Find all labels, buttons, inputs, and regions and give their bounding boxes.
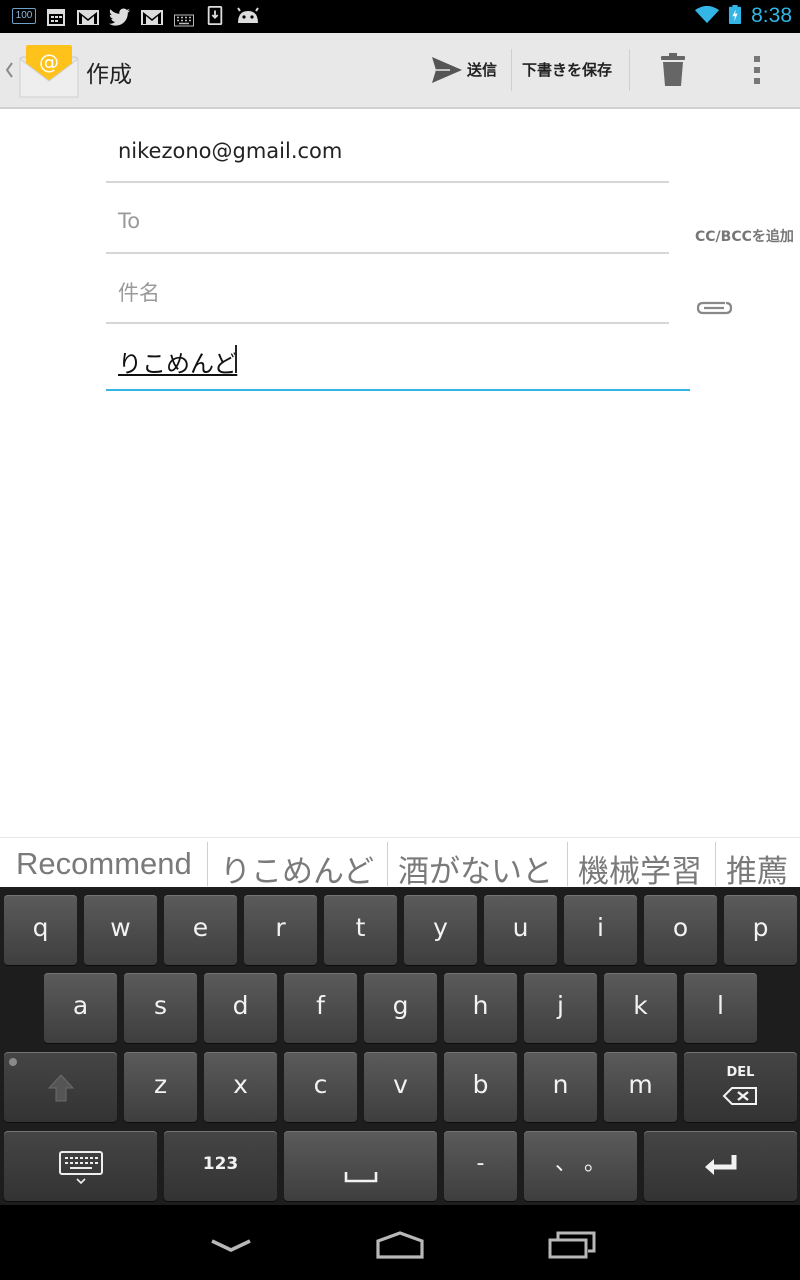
status-bar: 100 8:38: [0, 0, 800, 33]
divider: [629, 49, 630, 91]
backspace-icon: [722, 1087, 757, 1105]
key-y[interactable]: y: [404, 895, 477, 965]
key-s[interactable]: s: [124, 973, 197, 1043]
space-icon: [344, 1172, 378, 1183]
add-cc-bcc-button[interactable]: CC/BCCを追加: [695, 226, 794, 246]
email-app-icon: @: [19, 45, 79, 98]
body-underline: [106, 389, 690, 391]
text-cursor: [235, 345, 237, 373]
attach-icon[interactable]: [695, 298, 733, 316]
overflow-menu-button[interactable]: [730, 33, 786, 107]
shift-icon: [47, 1074, 75, 1102]
key-l[interactable]: l: [684, 973, 757, 1043]
key-d[interactable]: d: [204, 973, 277, 1043]
send-label: 送信: [467, 61, 498, 79]
key-e[interactable]: e: [164, 895, 237, 965]
subject-underline: [106, 322, 669, 324]
battery-charging-icon: [728, 5, 742, 24]
page-title: 作成: [86, 62, 132, 88]
key-z[interactable]: z: [124, 1052, 197, 1122]
numbers-key[interactable]: 123: [164, 1131, 277, 1201]
save-draft-label: 下書きを保存: [522, 61, 613, 79]
chevron-left-icon: [5, 62, 13, 78]
key-r[interactable]: r: [244, 895, 317, 965]
key-m[interactable]: m: [604, 1052, 677, 1122]
key-w[interactable]: w: [84, 895, 157, 965]
more-vert-icon: [754, 56, 760, 84]
up-button[interactable]: @: [0, 33, 84, 107]
battery-100-icon: 100: [12, 8, 36, 24]
key-b[interactable]: b: [444, 1052, 517, 1122]
gmail-icon: [141, 10, 163, 25]
wifi-icon: [694, 5, 720, 24]
shift-indicator: [9, 1058, 17, 1066]
key-h[interactable]: h: [444, 973, 517, 1043]
delete-key[interactable]: DEL: [684, 1052, 797, 1122]
suggestion-divider: [715, 842, 716, 886]
suggestion-divider: [207, 842, 208, 886]
keyboard-switch-key[interactable]: [4, 1131, 157, 1201]
keyboard-icon: [174, 14, 194, 27]
key-k[interactable]: k: [604, 973, 677, 1043]
key-n[interactable]: n: [524, 1052, 597, 1122]
key-x[interactable]: x: [204, 1052, 277, 1122]
key-i[interactable]: i: [564, 895, 637, 965]
twitter-icon: [109, 8, 130, 26]
suggestion-divider: [567, 842, 568, 886]
key-u[interactable]: u: [484, 895, 557, 965]
navigation-bar: [0, 1205, 800, 1280]
save-draft-button[interactable]: 下書きを保存: [512, 33, 628, 107]
key-v[interactable]: v: [364, 1052, 437, 1122]
shift-key[interactable]: [4, 1052, 117, 1122]
download-icon: [207, 6, 223, 25]
suggestion-item[interactable]: りこめんど: [220, 846, 374, 888]
discard-button[interactable]: [640, 33, 708, 107]
key-f[interactable]: f: [284, 973, 357, 1043]
key-c[interactable]: c: [284, 1052, 357, 1122]
send-icon: [432, 57, 462, 83]
back-icon[interactable]: [208, 1237, 254, 1253]
subject-field[interactable]: 件名: [118, 277, 160, 307]
suggestion-strip: Recommend りこめんど 酒がないと 機械学習 推薦: [0, 837, 800, 888]
to-underline: [106, 252, 669, 254]
svg-text:@: @: [39, 50, 59, 74]
key-q[interactable]: q: [4, 895, 77, 965]
punctuation-key[interactable]: 、 。: [524, 1131, 637, 1201]
to-field[interactable]: To: [118, 209, 140, 233]
space-key[interactable]: [284, 1131, 437, 1201]
calendar-icon: [47, 9, 65, 26]
enter-key[interactable]: [644, 1131, 797, 1201]
key-g[interactable]: g: [364, 973, 437, 1043]
keyboard-icon: [59, 1151, 103, 1185]
delete-label: DEL: [726, 1065, 755, 1080]
soft-keyboard: q w e r t y u i o p a s d f g h j k l z …: [0, 887, 800, 1205]
key-o[interactable]: o: [644, 895, 717, 965]
from-field[interactable]: nikezono@gmail.com: [118, 139, 342, 163]
send-button[interactable]: 送信: [422, 33, 510, 107]
suggestion-item[interactable]: 機械学習: [578, 846, 702, 888]
key-a[interactable]: a: [44, 973, 117, 1043]
compose-form: nikezono@gmail.com To CC/BCCを追加 件名 りこめんど: [0, 109, 800, 837]
gmail-icon: [77, 10, 99, 25]
body-field[interactable]: りこめんど: [118, 344, 237, 379]
suggestion-item[interactable]: 酒がないと: [398, 846, 553, 888]
from-underline: [106, 181, 669, 183]
dash-key[interactable]: -: [444, 1131, 517, 1201]
suggestion-item[interactable]: Recommend: [16, 846, 192, 882]
clock: 8:38: [751, 4, 792, 27]
key-p[interactable]: p: [724, 895, 797, 965]
home-icon[interactable]: [375, 1231, 425, 1259]
key-j[interactable]: j: [524, 973, 597, 1043]
key-t[interactable]: t: [324, 895, 397, 965]
suggestion-divider: [387, 842, 388, 886]
action-bar: @ 作成 送信 下書きを保存: [0, 33, 800, 109]
enter-icon: [705, 1155, 737, 1175]
trash-icon: [661, 53, 685, 86]
suggestion-item[interactable]: 推薦: [726, 846, 788, 888]
android-icon: [237, 7, 259, 23]
recent-apps-icon[interactable]: [548, 1231, 596, 1259]
